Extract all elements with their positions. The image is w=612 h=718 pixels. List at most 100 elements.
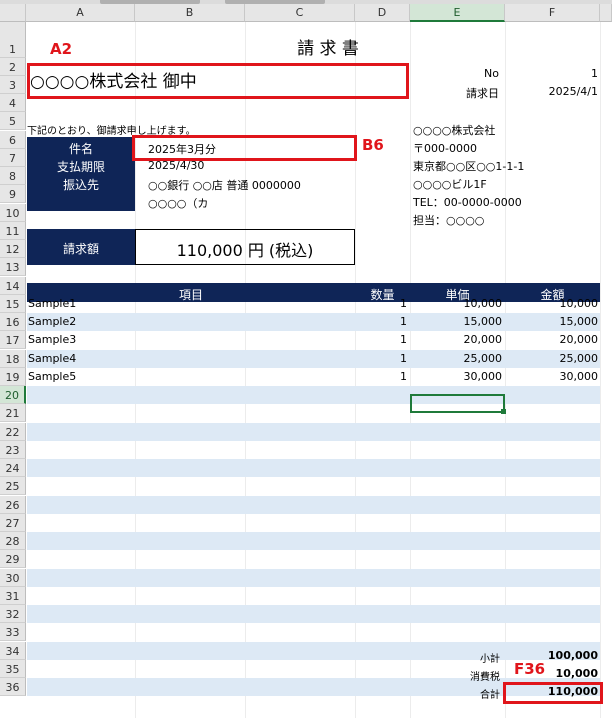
item-qty[interactable]: 1 [355,333,407,346]
band-row [27,496,600,514]
issuer-building[interactable]: ○○○○ビル1F [413,176,487,192]
row-header-31[interactable]: 31 [0,587,26,606]
item-amount[interactable]: 25,000 [505,352,599,365]
item-qty[interactable]: 1 [355,297,407,310]
issuer-tel[interactable]: TEL：00-0000-0000 [413,194,522,210]
amount-value[interactable]: 110,000 円 (税込) [135,237,355,261]
row-header-32[interactable]: 32 [0,605,26,624]
column-header-d[interactable]: D [355,4,410,22]
bank-value-line2[interactable]: ○○○○（カ [148,195,208,211]
column-header-b[interactable]: B [135,4,245,22]
date-label: 請求日 [466,87,499,100]
row-header-23[interactable]: 23 [0,441,26,460]
item-price[interactable]: 15,000 [410,315,503,328]
row-header-4[interactable]: 4 [0,94,26,113]
row-header-20[interactable]: 20 [0,386,26,405]
item-qty[interactable]: 1 [355,315,407,328]
item-amount[interactable]: 30,000 [505,370,599,383]
subject-label: 件名 [68,142,93,156]
item-amount[interactable]: 10,000 [505,297,599,310]
band-row [27,532,600,550]
row-header-24[interactable]: 24 [0,459,26,478]
item-price[interactable]: 25,000 [410,352,503,365]
item-qty[interactable]: 1 [355,370,407,383]
row-header-9[interactable]: 9 [0,185,26,204]
row-header-5[interactable]: 5 [0,112,26,131]
issuer-contact[interactable]: 担当：○○○○ [413,212,484,228]
item-price[interactable]: 20,000 [410,333,503,346]
select-all-corner[interactable] [0,4,26,22]
issuer-company[interactable]: ○○○○株式会社 [413,122,495,138]
issuer-zip[interactable]: 〒000-0000 [413,140,477,156]
annotation-f36-label: F36 [514,660,546,678]
selected-cell[interactable] [410,394,505,413]
invoice-title: 請 求 書 [297,39,359,59]
row-header-35[interactable]: 35 [0,660,26,679]
annotation-b6-label: B6 [362,136,384,154]
item-name[interactable]: Sample3 [28,333,76,346]
row-header-8[interactable]: 8 [0,167,26,186]
annotation-b6-box [132,135,357,161]
amount-label: 請求額 [62,242,99,256]
due-label: 支払期限 [56,160,105,174]
band-row [27,423,600,441]
band-row [27,386,600,404]
row-header-17[interactable]: 17 [0,331,26,350]
spreadsheet: A B C D E F 1 2 3 4 5 6 7 8 9 10 11 12 13 14 15 16 17 18 19 20 21 2… [0,0,612,718]
fill-handle[interactable] [501,409,506,414]
item-amount[interactable]: 20,000 [505,333,599,346]
column-header-f[interactable]: F [505,4,600,22]
row-header-36[interactable]: 36 [0,678,26,697]
item-amount[interactable]: 15,000 [505,315,599,328]
subtotal-label: 小計 [480,654,500,665]
row-header-15[interactable]: 15 [0,295,26,314]
item-qty[interactable]: 1 [355,352,407,365]
row-header-34[interactable]: 34 [0,642,26,661]
row-header-18[interactable]: 18 [0,350,26,369]
bank-value-line1[interactable]: ○○銀行 ○○店 普通 0000000 [148,177,301,193]
row-header-16[interactable]: 16 [0,313,26,332]
column-header-c[interactable]: C [245,4,355,22]
row-header-6[interactable]: 6 [0,131,26,150]
row-header-22[interactable]: 22 [0,423,26,442]
row-header-12[interactable]: 12 [0,240,26,259]
row-header-1[interactable]: 1 [0,22,26,58]
row-header-2[interactable]: 2 [0,58,26,77]
column-header-overflow[interactable] [600,4,612,22]
row-header-30[interactable]: 30 [0,569,26,588]
row-header-28[interactable]: 28 [0,532,26,551]
annotation-a2-label: A2 [50,40,73,58]
issuer-address[interactable]: 東京都○○区○○1-1-1 [413,158,524,174]
row-header-33[interactable]: 33 [0,623,26,642]
row-header-7[interactable]: 7 [0,149,26,168]
column-header-a[interactable]: A [26,4,135,22]
date-value[interactable]: 2025/4/1 [510,85,598,98]
band-row [27,605,600,623]
item-price[interactable]: 30,000 [410,370,503,383]
item-name[interactable]: Sample2 [28,315,76,328]
row-header-19[interactable]: 19 [0,368,26,387]
row-header-21[interactable]: 21 [0,404,26,423]
row-header-10[interactable]: 10 [0,204,26,223]
item-name[interactable]: Sample4 [28,352,76,365]
grid-line [600,22,601,718]
no-label: No [484,67,499,80]
row-header-27[interactable]: 27 [0,514,26,533]
total-label: 合計 [480,690,500,701]
no-value[interactable]: 1 [520,67,598,80]
item-price[interactable]: 10,000 [410,297,503,310]
item-name[interactable]: Sample5 [28,370,76,383]
band-row [27,569,600,587]
row-header-29[interactable]: 29 [0,550,26,569]
row-header-13[interactable]: 13 [0,258,26,277]
annotation-f36-box [503,682,603,704]
row-header-25[interactable]: 25 [0,477,26,496]
band-row [27,459,600,477]
column-header-e[interactable]: E [410,4,505,22]
row-header-26[interactable]: 26 [0,496,26,515]
row-header-14[interactable]: 14 [0,277,26,296]
item-name[interactable]: Sample1 [28,297,76,310]
row-header-11[interactable]: 11 [0,222,26,241]
row-header-3[interactable]: 3 [0,76,26,95]
tax-label: 消費税 [470,672,500,683]
